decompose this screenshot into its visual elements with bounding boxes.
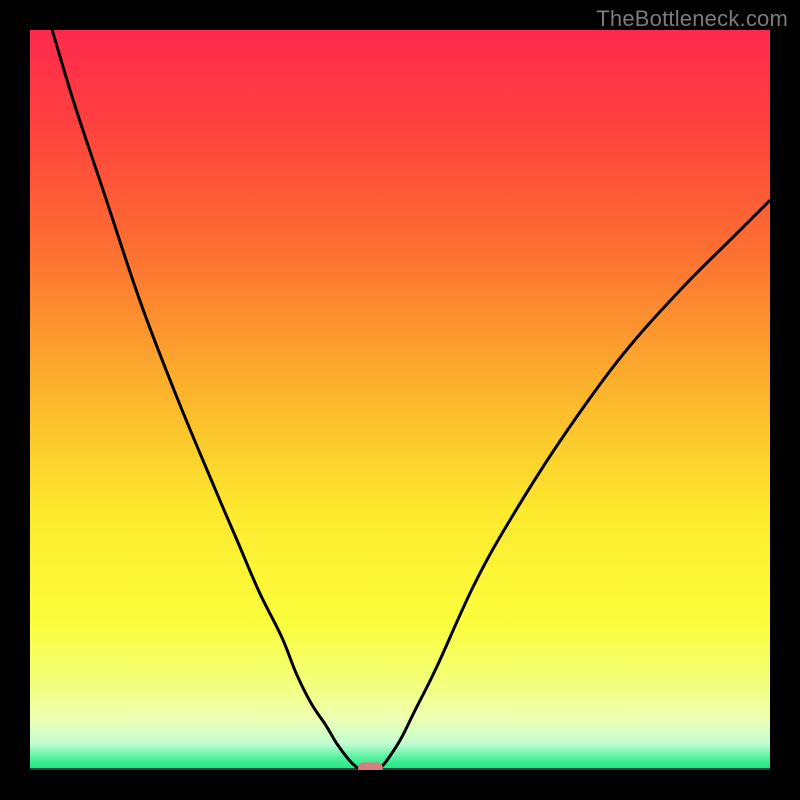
chart-frame: TheBottleneck.com xyxy=(0,0,800,800)
curve-right-branch xyxy=(378,200,770,770)
optimal-marker xyxy=(359,763,383,770)
curve-left-branch xyxy=(52,30,363,770)
watermark-text: TheBottleneck.com xyxy=(596,6,788,32)
plot-area xyxy=(30,30,770,770)
chart-svg xyxy=(30,30,770,770)
